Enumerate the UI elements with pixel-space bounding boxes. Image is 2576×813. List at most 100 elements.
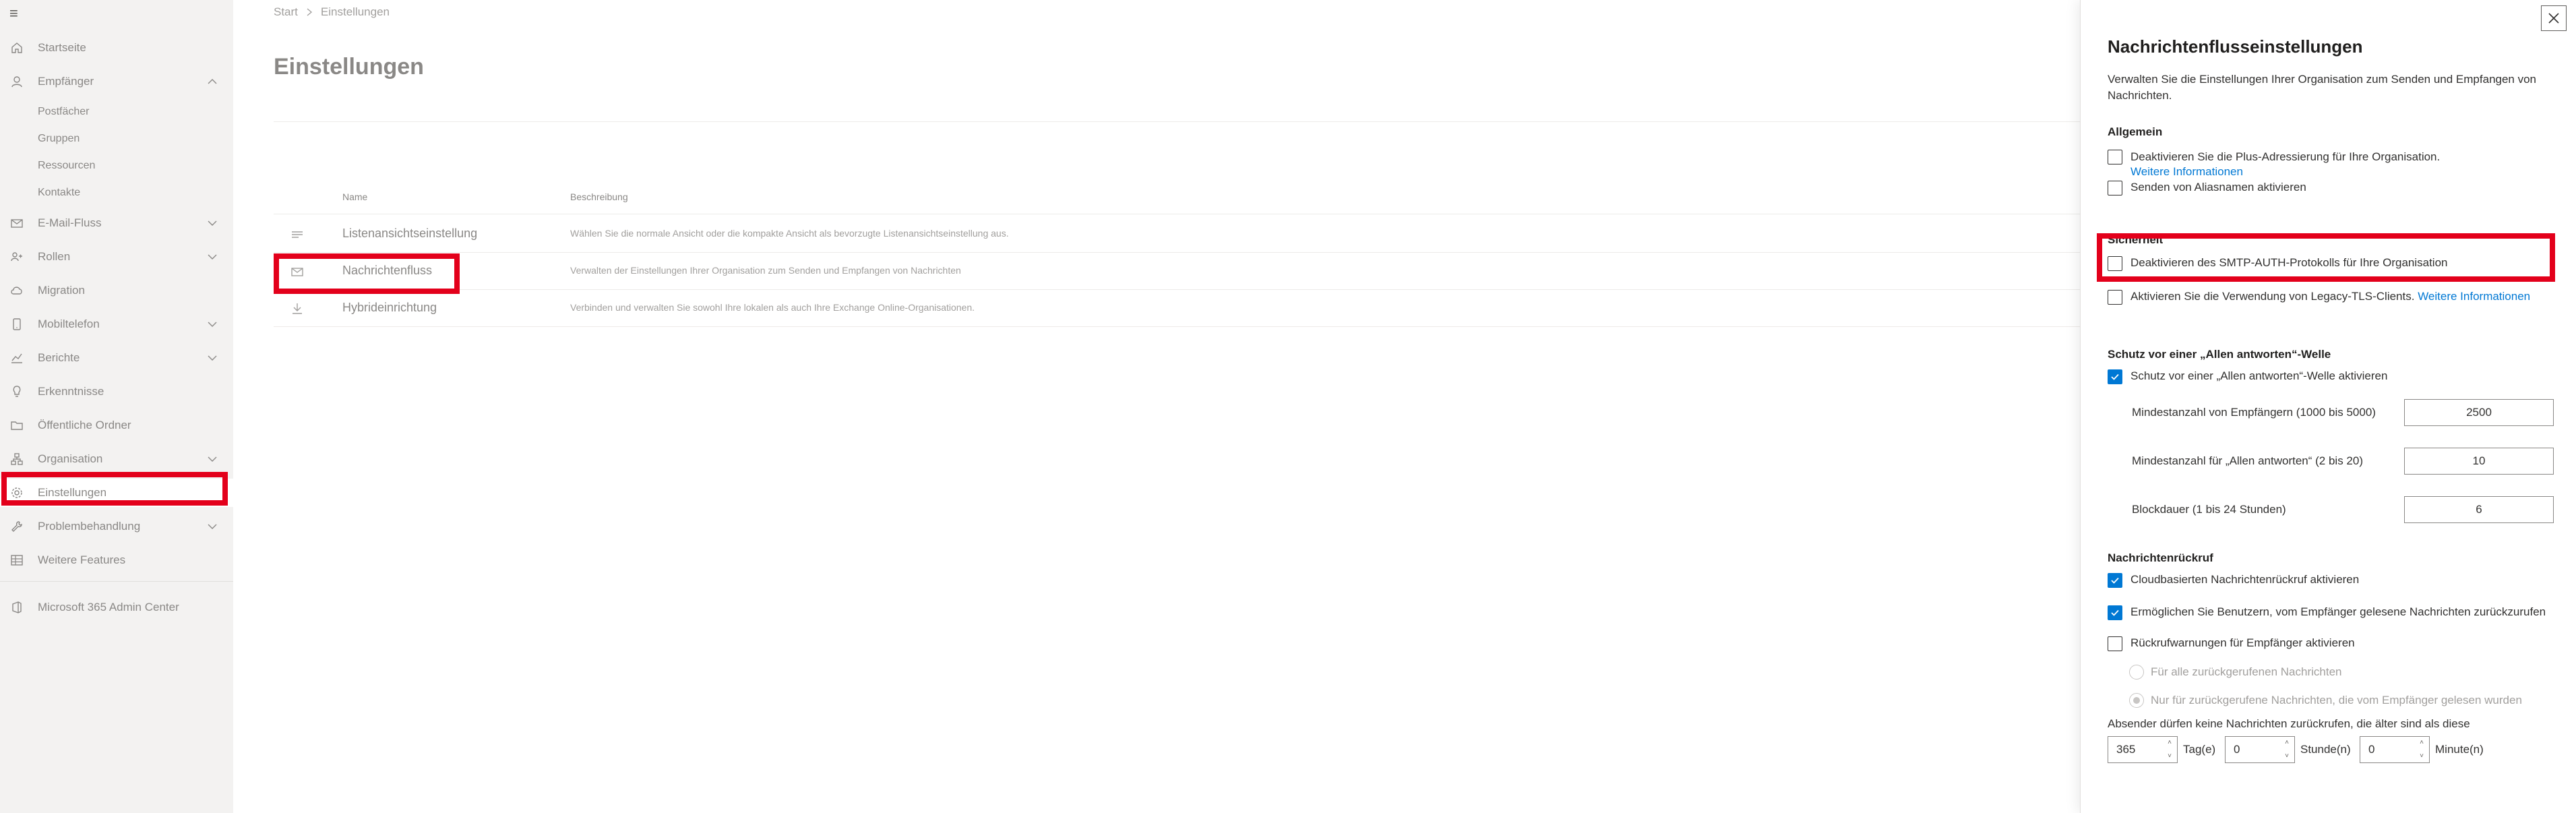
check-icon bbox=[2111, 577, 2119, 584]
nav-subitem-ressourcen[interactable]: Ressourcen bbox=[38, 154, 95, 178]
checkbox-label: Aktivieren Sie die Verwendung von Legacy… bbox=[2130, 290, 2415, 303]
download-icon bbox=[293, 303, 302, 314]
checkbox-cloud-recall[interactable]: Cloudbasierten Nachrichtenrückruf aktivi… bbox=[2108, 573, 2359, 588]
minutes-spinner[interactable]: 0 ˄ ˅ bbox=[2360, 736, 2430, 763]
checkbox-alias-sending[interactable]: Senden von Aliasnamen aktivieren bbox=[2108, 181, 2306, 195]
chevron-right-icon bbox=[307, 8, 312, 16]
person-icon bbox=[9, 74, 24, 89]
checkbox-label: Deaktivieren Sie die Plus-Adressierung f… bbox=[2130, 150, 2441, 163]
settings-panel: Nachrichtenflusseinstellungen Verwalten … bbox=[2080, 0, 2576, 813]
nav-item-erkenntnisse[interactable]: Erkenntnisse bbox=[0, 378, 233, 406]
nav-item-oeffentliche-ordner[interactable]: Öffentliche Ordner bbox=[0, 411, 233, 440]
chevron-down-icon[interactable]: ˅ bbox=[2282, 752, 2292, 761]
days-spinner[interactable]: 365 ˄ ˅ bbox=[2108, 736, 2178, 763]
check-icon bbox=[2111, 609, 2119, 616]
roles-icon bbox=[9, 249, 24, 264]
home-icon bbox=[9, 40, 24, 55]
nav-subitem-postfaecher[interactable]: Postfächer bbox=[38, 100, 89, 124]
wrench-icon bbox=[9, 519, 24, 534]
nav-item-migration[interactable]: Migration bbox=[0, 276, 233, 305]
column-header-description[interactable]: Beschreibung bbox=[570, 191, 628, 202]
nav-item-label: Erkenntnisse bbox=[38, 385, 104, 398]
spinner-arrows[interactable]: ˄ ˅ bbox=[2417, 738, 2426, 761]
checkbox-box[interactable] bbox=[2108, 573, 2122, 588]
nav-item-rollen[interactable]: Rollen bbox=[0, 243, 233, 271]
section-reply-all: Schutz vor einer „Allen antworten“-Welle bbox=[2108, 348, 2331, 361]
chevron-down-icon bbox=[208, 220, 217, 226]
breadcrumb-start[interactable]: Start bbox=[274, 5, 298, 19]
hours-label: Stunde(n) bbox=[2300, 743, 2351, 756]
block-duration-input[interactable]: 6 bbox=[2404, 496, 2554, 523]
radio-circle[interactable] bbox=[2129, 665, 2144, 680]
spinner-arrows[interactable]: ˄ ˅ bbox=[2165, 738, 2174, 761]
spinner-arrows[interactable]: ˄ ˅ bbox=[2282, 738, 2292, 761]
checkbox-box[interactable] bbox=[2108, 150, 2122, 164]
hamburger-menu-icon[interactable]: ≡ bbox=[9, 5, 26, 22]
chevron-up-icon[interactable]: ˄ bbox=[2165, 738, 2174, 748]
checkbox-read-recall[interactable]: Ermöglichen Sie Benutzern, vom Empfänger… bbox=[2108, 605, 2546, 620]
mail-icon bbox=[9, 216, 24, 231]
highlight-box-einstellungen bbox=[1, 472, 228, 506]
nav-divider bbox=[0, 581, 233, 582]
chevron-up-icon bbox=[208, 79, 217, 84]
nav-item-label: Startseite bbox=[38, 41, 86, 54]
nav-item-weitere-features[interactable]: Weitere Features bbox=[0, 546, 233, 574]
nav-item-mobiltelefon[interactable]: Mobiltelefon bbox=[0, 310, 233, 338]
checkbox-label: Cloudbasierten Nachrichtenrückruf aktivi… bbox=[2130, 573, 2360, 586]
checkbox-recall-warnings[interactable]: Rückrufwarnungen für Empfänger aktiviere… bbox=[2108, 636, 2355, 651]
table-row[interactable]: Listenansichtseinstellung Wählen Sie die… bbox=[274, 216, 2093, 253]
nav-item-berichte[interactable]: Berichte bbox=[0, 344, 233, 372]
nav-item-label: Migration bbox=[38, 284, 85, 297]
close-button[interactable] bbox=[2541, 5, 2567, 31]
learn-more-link[interactable]: Weitere Informationen bbox=[2130, 165, 2243, 178]
checkbox-box[interactable] bbox=[2108, 636, 2122, 651]
table-row[interactable]: Hybrideinrichtung Verbinden und verwalte… bbox=[274, 290, 2093, 327]
chevron-up-icon[interactable]: ˄ bbox=[2282, 738, 2292, 748]
nav-item-label: Weitere Features bbox=[38, 553, 126, 566]
learn-more-link[interactable]: Weitere Informationen bbox=[2418, 290, 2530, 303]
min-recipients-input[interactable]: 2500 bbox=[2404, 399, 2554, 426]
phone-icon bbox=[9, 317, 24, 332]
nav-item-m365-admin-center[interactable]: Microsoft 365 Admin Center bbox=[0, 593, 233, 622]
checkbox-reply-all-protection[interactable]: Schutz vor einer „Allen antworten“-Welle… bbox=[2108, 369, 2387, 384]
chevron-down-icon[interactable]: ˅ bbox=[2417, 752, 2426, 761]
cloud-upload-icon bbox=[9, 283, 24, 298]
check-icon bbox=[2111, 373, 2119, 380]
checkbox-legacy-tls[interactable]: Aktivieren Sie die Verwendung von Legacy… bbox=[2108, 290, 2530, 305]
checkbox-box[interactable] bbox=[2108, 369, 2122, 384]
panel-title: Nachrichtenflusseinstellungen bbox=[2108, 36, 2363, 57]
nav-item-label: Organisation bbox=[38, 452, 103, 465]
hours-spinner[interactable]: 0 ˄ ˅ bbox=[2225, 736, 2295, 763]
min-replies-input[interactable]: 10 bbox=[2404, 448, 2554, 475]
page-title: Einstellungen bbox=[274, 54, 424, 80]
days-value: 365 bbox=[2116, 743, 2136, 756]
chevron-up-icon[interactable]: ˄ bbox=[2417, 738, 2426, 748]
checkbox-label: Rückrufwarnungen für Empfänger aktiviere… bbox=[2130, 636, 2355, 649]
nav-item-startseite[interactable]: Startseite bbox=[0, 34, 233, 62]
grid-icon bbox=[9, 553, 24, 568]
radio-all-recalled[interactable]: Für alle zurückgerufenen Nachrichten bbox=[2129, 665, 2341, 680]
nav-item-label: Problembehandlung bbox=[38, 520, 141, 533]
checkbox-box[interactable] bbox=[2108, 181, 2122, 195]
checkbox-plus-addressing[interactable]: Deaktivieren Sie die Plus-Adressierung f… bbox=[2108, 150, 2440, 179]
table-row[interactable]: Nachrichtenfluss Verwalten der Einstellu… bbox=[274, 253, 2093, 290]
nav-item-empfaenger[interactable]: Empfänger bbox=[0, 67, 233, 96]
office-icon bbox=[9, 600, 24, 615]
nav-item-problembehandlung[interactable]: Problembehandlung bbox=[0, 512, 233, 541]
chevron-down-icon[interactable]: ˅ bbox=[2165, 752, 2174, 761]
column-header-name[interactable]: Name bbox=[342, 191, 367, 202]
nav-subitem-kontakte[interactable]: Kontakte bbox=[38, 181, 80, 205]
checkbox-label: Schutz vor einer „Allen antworten“-Welle… bbox=[2130, 369, 2388, 382]
main-content: Start Einstellungen Einstellungen Name B… bbox=[233, 0, 2093, 813]
radio-read-recalled[interactable]: Nur für zurückgerufene Nachrichten, die … bbox=[2129, 693, 2522, 708]
chevron-down-icon bbox=[208, 355, 217, 361]
checkbox-box[interactable] bbox=[2108, 605, 2122, 620]
hours-value: 0 bbox=[2234, 743, 2240, 756]
section-message-recall: Nachrichtenrückruf bbox=[2108, 551, 2213, 564]
radio-circle[interactable] bbox=[2129, 693, 2144, 708]
nav-subitem-gruppen[interactable]: Gruppen bbox=[38, 127, 80, 151]
checkbox-box[interactable] bbox=[2108, 290, 2122, 305]
block-duration-label: Blockdauer (1 bis 24 Stunden) bbox=[2132, 503, 2286, 516]
nav-item-email-fluss[interactable]: E-Mail-Fluss bbox=[0, 209, 233, 237]
nav-item-organisation[interactable]: Organisation bbox=[0, 445, 233, 473]
